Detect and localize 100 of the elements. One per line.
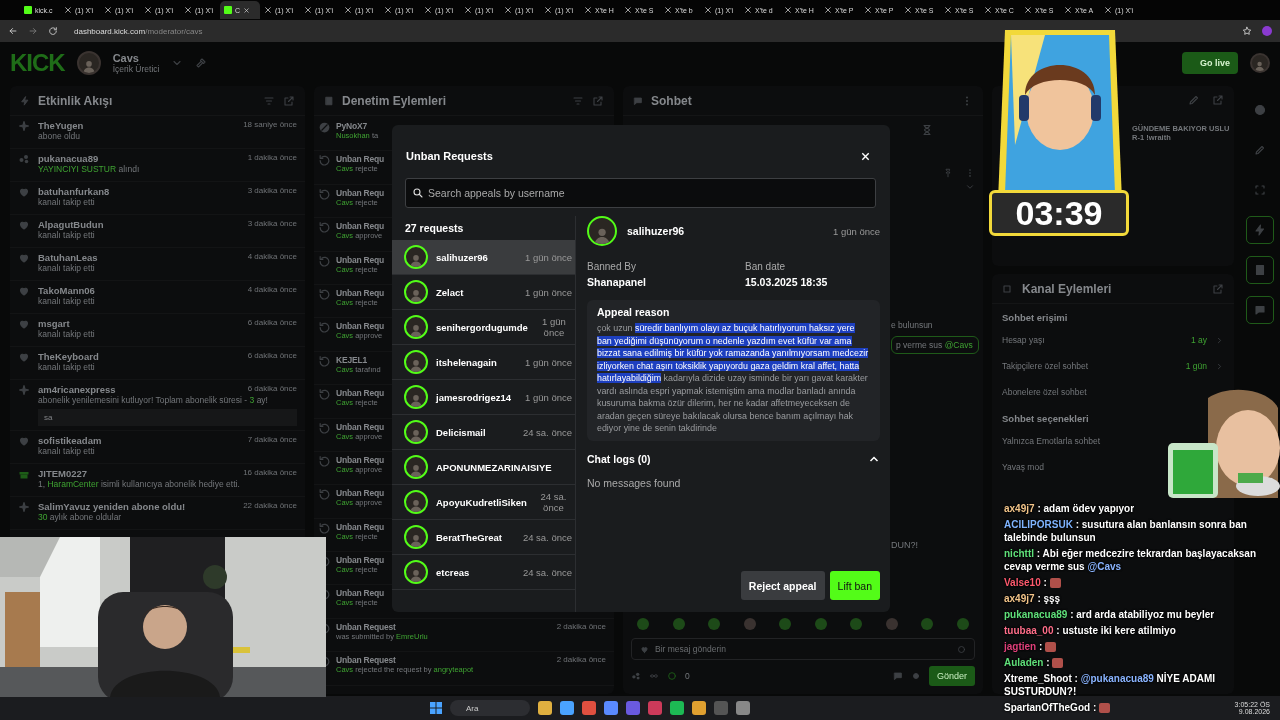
section-title: Sohbet seçenekleri <box>1002 413 1090 424</box>
setting-label[interactable]: Yalnızca Emotlarla sohbet <box>1002 436 1101 446</box>
panel-title: Etkinlik Akışı <box>38 93 113 108</box>
event-detail: kanalı takip etti <box>38 296 96 306</box>
setting-value: 1 ay <box>1190 335 1207 345</box>
setting-label[interactable]: Hesap yaşı <box>1002 335 1045 345</box>
channel-role: İçerik Üretici <box>112 64 160 74</box>
setting-label[interactable]: Takipçilere özel sohbet <box>1002 361 1088 371</box>
moderation-action: PyNoX7 <box>336 121 367 131</box>
moderation-action: Unban Requ <box>336 221 385 232</box>
appeal-text: çok uzun süredir banlıyım olayı az buçuk hatırlıyorum haksız yere ban yediğimi düşünüyorum o nedenle yazdım evet küfür var ama bizzat sana edilmiş bir küfür yok ramazanda yanılmıyorsam medcezir izliyorken chat aşırı toksiklik yapıyordu gaza geldim kral affet, hatta hatırlayabildiğim kadarıyla dizide uzay isminde bir yarı gavat karakter vardı aslında espri yapmak istemiştim ama modlar banladı anında kusuruma bakma özür dilerim, her ne kadar affetmeyeceksen de aradan geçen süreye bakılacak olursa bence banım açılmayı hak ediyor yine de senin takdirinde <box>597 322 870 435</box>
request-item[interactable]: salihuzer96 1 gün önce <box>392 240 575 275</box>
stream-timer: 03:39 <box>989 190 1129 236</box>
moderation-action: Unban Requ <box>336 321 385 332</box>
request-item[interactable]: ApoyuKudretliSiken 24 sa. önce <box>392 485 575 520</box>
event-detail: kanalı takip etti <box>38 446 96 456</box>
request-item[interactable]: senihergordugumde 1 gün önce <box>392 310 575 345</box>
moderation-action: Unban Requ <box>336 187 385 198</box>
moderation-action: Unban Requ <box>336 388 385 399</box>
moderation-action: Unban Requ <box>336 287 385 298</box>
event-detail: kanalı takip etti <box>38 263 96 273</box>
event-detail: YAYINCIYI SUSTUR alındı <box>38 164 141 174</box>
request-item[interactable]: jamesrodrigez14 1 gün önce <box>392 380 575 415</box>
chat-message: nichttl : Abi eğer medcezire tekrardan başlayacaksan cevap verme sus @Cavs <box>1004 547 1257 573</box>
points-count: 0 <box>685 671 690 681</box>
event-time: 3 dakika önce <box>247 219 297 230</box>
event-detail: kanalı takip etti <box>38 329 96 339</box>
request-item[interactable]: Zelact 1 gün önce <box>392 275 575 310</box>
moderation-action: Unban Requ <box>336 421 385 432</box>
event-user: TheYugen <box>38 120 84 131</box>
event-detail: 30 aylık abone oldular <box>38 512 123 522</box>
chat-message: jagtien : <box>1004 640 1057 653</box>
panel-title: Kanal Eylemleri <box>1022 281 1112 296</box>
request-item[interactable]: etcreas 24 sa. önce <box>392 555 575 590</box>
event-detail: abonelik yenilemesini kutluyor! Toplam abonelik süresi - 3 ay! <box>38 395 269 405</box>
event-time: 6 dakika önce <box>247 351 297 362</box>
event-user: sofistikeadam <box>38 435 102 446</box>
chat-message: ACILIPORSUK : susutura alan banlansın sonra ban talebinde bulunsun <box>1004 518 1248 544</box>
event-user: BatuhanLeas <box>38 252 98 263</box>
chat-logs-title: Chat logs (0) <box>587 452 651 465</box>
chat-message: Valse10 : <box>1004 576 1061 589</box>
chat-message: DUN?! <box>891 540 919 550</box>
channel-name: Cavs <box>112 52 140 64</box>
lift-ban-button[interactable]: Lift ban <box>829 571 880 600</box>
send-button[interactable]: Gönder <box>928 666 975 686</box>
user-name: salihuzer96 <box>627 225 685 237</box>
event-time: 6 dakika önce <box>247 384 297 395</box>
event-user: pukanacua89 <box>38 153 99 164</box>
event-user: JITEM0227 <box>38 468 88 479</box>
chat-message: e bulunsun <box>891 320 934 330</box>
event-detail: kanalı takip etti <box>38 362 96 372</box>
panel-title: Sohbet <box>651 93 692 108</box>
request-item[interactable]: APONUNMEZARINAISIYE <box>392 450 575 485</box>
field-label: Ban date <box>745 261 787 272</box>
appeal-title: Appeal reason <box>597 306 671 318</box>
empty-message: No messages found <box>587 476 682 489</box>
moderation-action: Unban Requ <box>336 555 385 566</box>
chat-message: pukanacua89 : ard arda atabiliyoz mu beyler <box>1004 608 1215 621</box>
event-user: batuhanfurkan8 <box>38 186 110 197</box>
chat-message: ax49j7 : şşş <box>1004 592 1061 605</box>
setting-value: 1 gün <box>1185 361 1207 371</box>
moderation-action: Unban Request <box>336 621 396 632</box>
event-user: TheKeyboard <box>38 351 99 362</box>
request-count: 27 requests <box>404 221 465 236</box>
chat-message: Xtreme_Shoot : @pukanacua89 NİYE ADAMI SUSTURDUN?! <box>1004 672 1217 698</box>
event-detail: 1, HaramCenter isimli kullanıcıya abonelik hediye etti. <box>38 479 241 489</box>
moderation-action: Unban Requ <box>336 154 385 165</box>
section-title: Sohbet erişimi <box>1002 312 1069 323</box>
request-time: 1 gün önce <box>833 225 880 237</box>
setting-label[interactable]: Abonelere özel sohbet <box>1002 387 1087 397</box>
moderation-action: Unban Requ <box>336 521 385 532</box>
moderation-action: Unban Requ <box>336 588 385 599</box>
event-detail: abone oldu <box>38 131 82 141</box>
action-time: 2 dakika önce <box>556 655 606 666</box>
request-item[interactable]: BeratTheGreat 24 sa. önce <box>392 520 575 555</box>
request-item[interactable]: Delicismail 24 sa. önce <box>392 415 575 450</box>
event-detail: kanalı takip etti <box>38 230 96 240</box>
go-live-button[interactable]: Go live <box>1182 52 1238 74</box>
search-field[interactable]: Search appeals by username <box>405 178 876 208</box>
message-field[interactable]: Bir mesaj gönderin <box>631 638 975 660</box>
request-item[interactable]: itshelenagain 1 gün önce <box>392 345 575 380</box>
reply-pill: p verme sus @Cavs <box>891 336 979 354</box>
moderation-action: Unban Requ <box>336 488 385 499</box>
chat-message: tuubaa_00 : ustuste iki kere atilmiyo <box>1004 624 1176 637</box>
event-time: 18 saniye önce <box>243 120 297 131</box>
chat-message: SpartanOfTheGod : <box>1004 701 1111 714</box>
event-time: 7 dakika önce <box>247 435 297 446</box>
dialog-title: Unban Requests <box>406 150 493 162</box>
taskbar-search[interactable]: Ara <box>450 700 530 716</box>
event-user: AlpagutBudun <box>38 219 104 230</box>
moderation-action: Unban Request <box>336 655 396 666</box>
field-value: 15.03.2025 18:35 <box>745 276 829 288</box>
setting-label[interactable]: Yavaş mod <box>1002 462 1044 472</box>
event-message: sa <box>38 409 297 426</box>
panel-title: Denetim Eylemleri <box>342 93 447 108</box>
chat-message: ax49j7 : adam ödev yapıyor <box>1004 502 1135 515</box>
event-time: 1 dakika önce <box>247 153 297 164</box>
chat-message: Auladen : <box>1004 656 1064 669</box>
event-user: TakoMann06 <box>38 285 95 296</box>
reject-button[interactable]: Reject appeal <box>740 571 825 600</box>
